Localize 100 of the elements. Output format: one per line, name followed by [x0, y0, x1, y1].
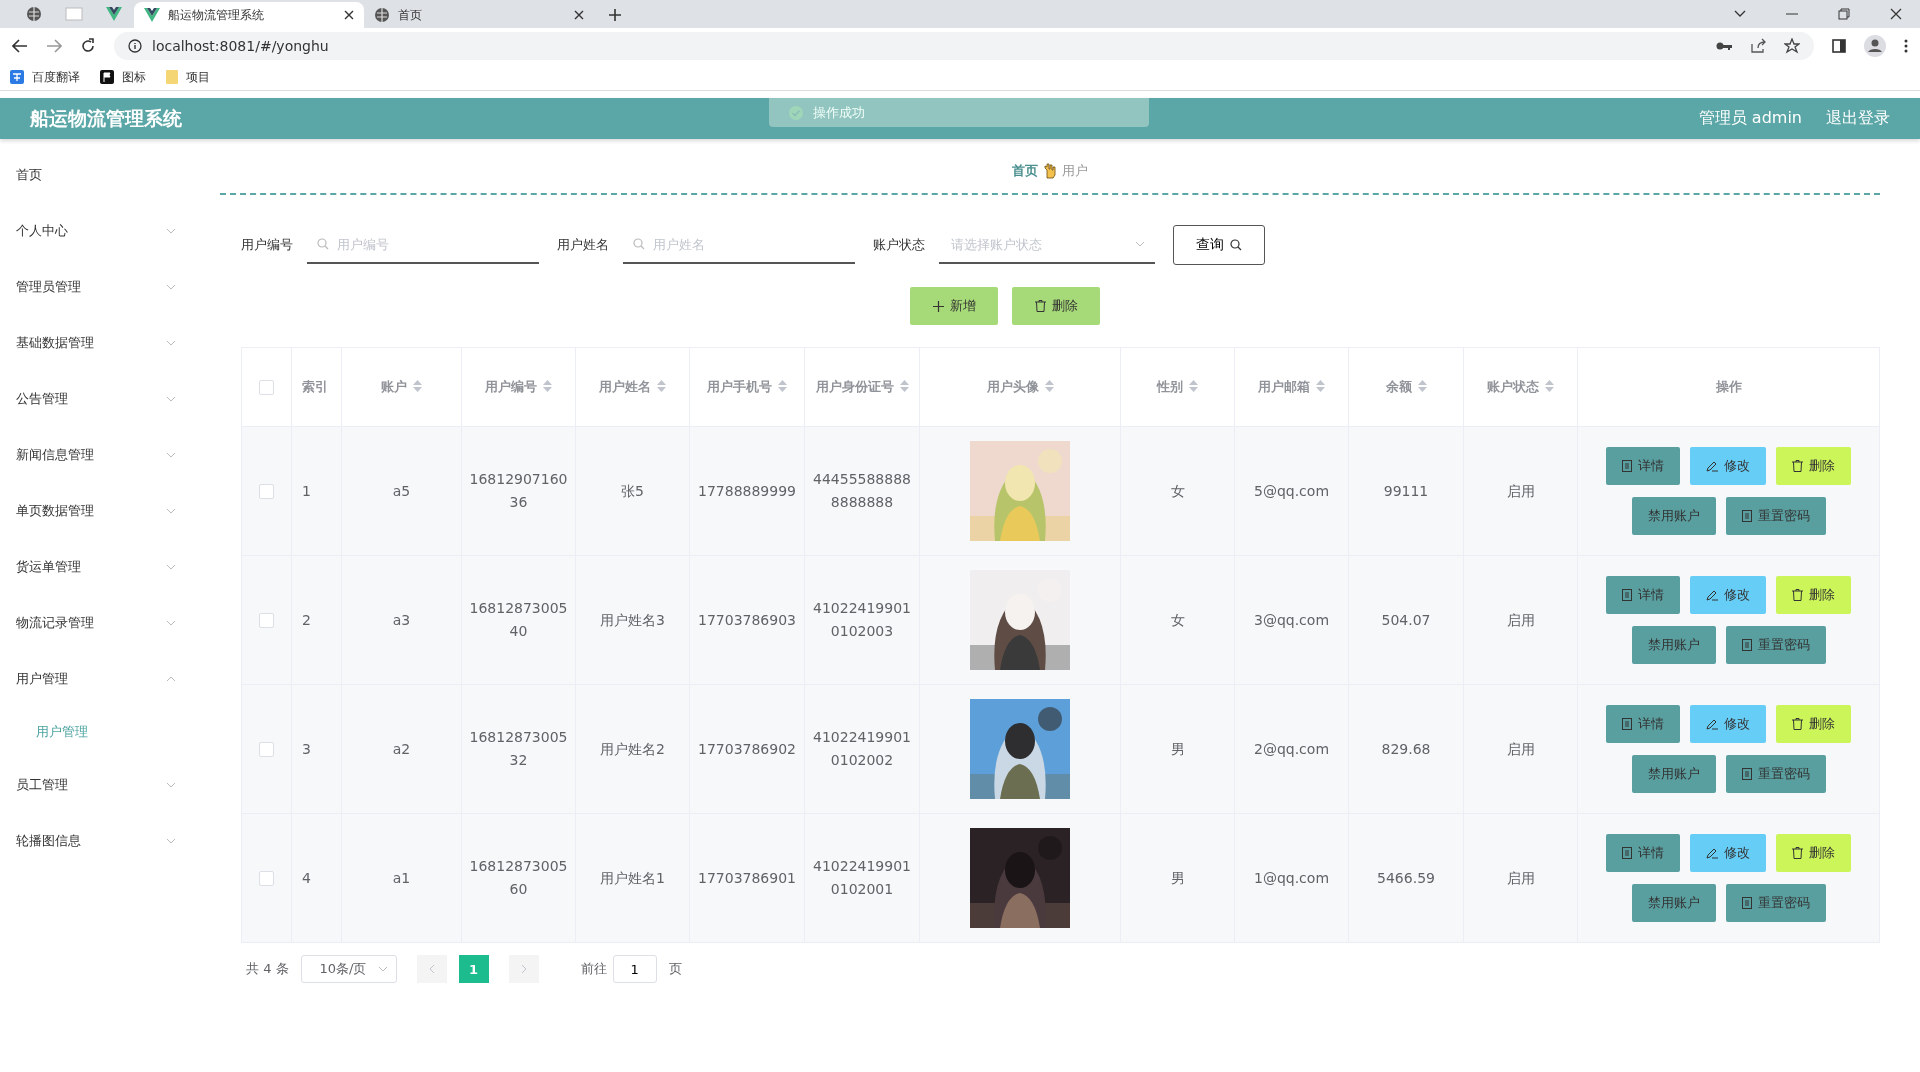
reload-icon[interactable]	[80, 38, 96, 54]
delete-button[interactable]: 删除	[1776, 705, 1851, 743]
sort-icon[interactable]	[657, 380, 666, 392]
sidebar-item[interactable]: 员工管理	[0, 757, 180, 813]
row-checkbox[interactable]	[259, 613, 274, 629]
edit-button[interactable]: 修改	[1690, 834, 1766, 872]
column-header: 用户编号	[461, 347, 576, 427]
sort-icon[interactable]	[899, 380, 909, 392]
sidebar-item[interactable]: 物流记录管理	[0, 595, 180, 651]
bookmark[interactable]: 图标	[100, 68, 146, 86]
search-field[interactable]: 用户编号	[335, 235, 529, 253]
delete-button[interactable]: 删除	[1776, 834, 1851, 872]
reset-button[interactable]: 重置密码	[1725, 626, 1826, 664]
page-size-select[interactable]: 10条/页	[300, 955, 397, 983]
table-cell-text: 17703786901	[698, 868, 796, 888]
delete-button[interactable]: 删除	[1776, 576, 1851, 614]
address-bar[interactable]: localhost:8081/#/yonghu	[114, 32, 1814, 60]
bookmark[interactable]: 项目	[166, 68, 210, 86]
sort-icon[interactable]	[1044, 380, 1054, 392]
table-cell-text: 启用	[1506, 868, 1535, 888]
disable-button[interactable]: 禁用账户	[1631, 884, 1716, 922]
sidebar-item[interactable]: 单页数据管理	[0, 483, 180, 539]
sidebar-item[interactable]: 基础数据管理	[0, 315, 180, 371]
disable-button[interactable]: 禁用账户	[1631, 755, 1716, 793]
close-icon[interactable]	[344, 10, 354, 20]
column-header: 用户身份证号	[804, 347, 920, 427]
filter-label: 用户姓名	[557, 236, 609, 254]
select-all-checkbox[interactable]	[259, 380, 274, 395]
next-page-button[interactable]	[508, 955, 539, 983]
restore-icon[interactable]	[1838, 8, 1850, 20]
reset-button[interactable]: 重置密码	[1725, 497, 1826, 535]
detail-button[interactable]: 详情	[1606, 447, 1680, 485]
detail-button[interactable]: 详情	[1606, 705, 1680, 743]
sort-icon[interactable]	[1316, 380, 1325, 392]
status-select[interactable]: 请选择账户状态	[949, 235, 1129, 253]
detail-button[interactable]: 详情	[1606, 834, 1680, 872]
sidebar-item[interactable]: 个人中心	[0, 203, 180, 259]
document-icon	[1622, 718, 1632, 730]
row-checkbox[interactable]	[259, 742, 274, 758]
table-cell-text: 3@qq.com	[1254, 610, 1329, 630]
filter-label: 账户状态	[873, 236, 925, 254]
table-cell-text: 410224199010102003	[813, 599, 911, 641]
table-cell-text: a3	[392, 610, 411, 630]
page-input[interactable]: 1	[612, 955, 657, 983]
detail-button[interactable]: 详情	[1606, 576, 1680, 614]
sidebar-item[interactable]: 轮播图信息	[0, 813, 180, 869]
sidebar-item[interactable]: 公告管理	[0, 371, 180, 427]
column-header: 余额	[1348, 347, 1464, 427]
page-suffix: 页	[668, 960, 682, 978]
pencil-icon	[1706, 718, 1718, 730]
table-cell-text: 男	[1170, 739, 1185, 759]
disable-button[interactable]: 禁用账户	[1631, 497, 1716, 535]
pencil-icon	[1706, 460, 1718, 472]
browser-tab[interactable]: 首页	[364, 2, 594, 28]
sort-icon[interactable]	[1545, 380, 1554, 392]
bookmark[interactable]: 百度翻译	[10, 68, 80, 86]
side-panel-icon[interactable]	[1832, 39, 1846, 53]
sidebar-item[interactable]: 新闻信息管理	[0, 427, 180, 483]
column-header: 账户状态	[1463, 347, 1578, 427]
search-field[interactable]: 用户姓名	[651, 235, 845, 253]
close-icon[interactable]	[574, 10, 584, 20]
key-icon[interactable]	[1716, 41, 1732, 51]
breadcrumb-item[interactable]: 首页	[1012, 162, 1038, 180]
reset-button[interactable]: 重置密码	[1725, 755, 1826, 793]
sidebar-item[interactable]: 用户管理	[0, 651, 180, 707]
toast-message: 操作成功	[813, 103, 865, 122]
delete-button[interactable]: 删除	[1776, 447, 1851, 485]
star-icon[interactable]	[1784, 38, 1800, 54]
pencil-icon	[1706, 589, 1718, 601]
edit-button[interactable]: 修改	[1690, 576, 1766, 614]
previous-page-button[interactable]	[416, 955, 447, 983]
row-checkbox[interactable]	[259, 871, 274, 887]
reset-button[interactable]: 重置密码	[1725, 884, 1826, 922]
sort-icon[interactable]	[1417, 380, 1427, 392]
chevron-down-icon[interactable]	[1734, 10, 1746, 18]
filter-label: 用户编号	[241, 236, 293, 254]
sidebar-item[interactable]: 首页	[0, 147, 180, 203]
browser-tab[interactable]: 船运物流管理系统	[134, 2, 364, 28]
back-icon[interactable]	[12, 39, 28, 53]
minimize-icon[interactable]	[1786, 13, 1798, 15]
profile-icon[interactable]	[1864, 35, 1886, 57]
column-header: 索引	[291, 347, 342, 427]
share-icon[interactable]	[1750, 38, 1766, 54]
sort-icon[interactable]	[543, 380, 552, 392]
new-tab-icon[interactable]	[608, 8, 622, 22]
edit-button[interactable]: 修改	[1690, 705, 1766, 743]
sidebar-item[interactable]: 货运单管理	[0, 539, 180, 595]
forward-icon[interactable]	[46, 39, 62, 53]
add-button[interactable]: 新增	[910, 287, 998, 325]
edit-button[interactable]: 修改	[1690, 447, 1766, 485]
sort-icon[interactable]	[1189, 380, 1198, 392]
close-icon[interactable]	[1890, 8, 1902, 20]
search-button[interactable]: 查询	[1173, 225, 1265, 265]
sidebar-item[interactable]: 管理员管理	[0, 259, 180, 315]
more-icon[interactable]	[1904, 39, 1908, 53]
disable-button[interactable]: 禁用账户	[1631, 626, 1716, 664]
sort-icon[interactable]	[778, 380, 787, 392]
row-checkbox[interactable]	[259, 484, 274, 500]
delete-button[interactable]: 删除	[1012, 287, 1100, 325]
sort-icon[interactable]	[413, 380, 422, 392]
